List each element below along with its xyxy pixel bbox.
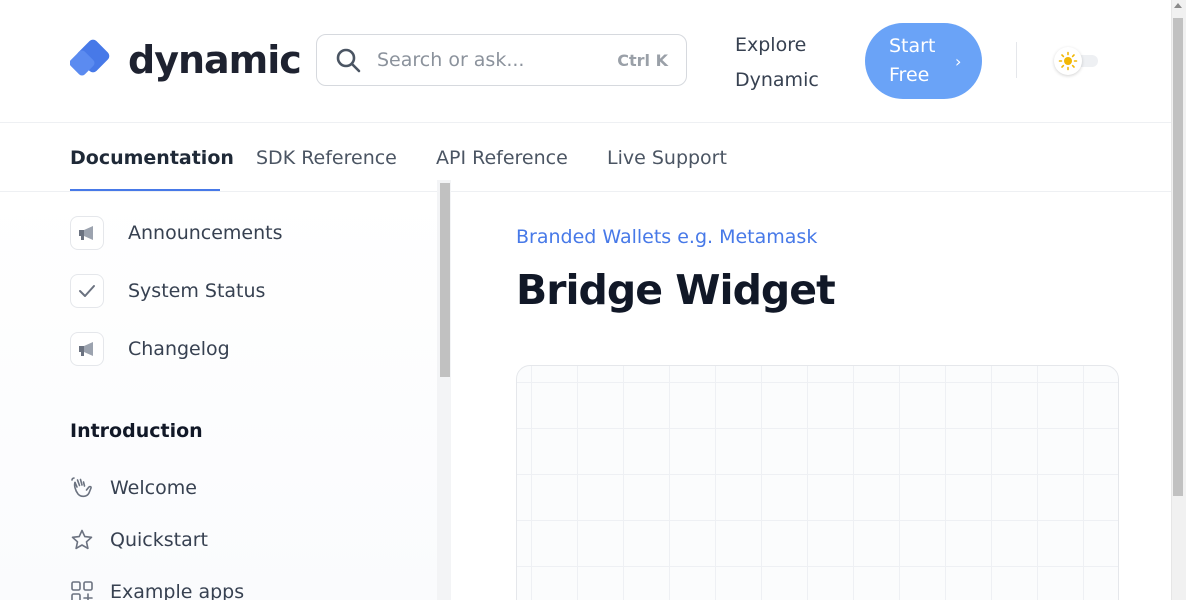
sidebar-item-label: Welcome <box>110 477 197 499</box>
start-line2: Free <box>889 64 930 86</box>
grid-plus-icon <box>70 580 94 600</box>
sidebar-item-label: Changelog <box>128 338 230 360</box>
logo[interactable]: dynamic <box>69 37 302 83</box>
sidebar-item-label: System Status <box>128 280 266 302</box>
star-icon <box>70 528 94 552</box>
chevron-right-icon: › <box>955 51 962 71</box>
dynamic-logo-icon <box>69 37 116 83</box>
search-input[interactable]: Search or ask... Ctrl K <box>316 34 687 86</box>
sidebar: Announcements System Status Changelog In… <box>0 192 437 600</box>
sidebar-item-quickstart[interactable]: Quickstart <box>70 526 208 554</box>
explore-line1: Explore <box>735 34 807 56</box>
scroll-up-arrow-icon[interactable] <box>1174 3 1182 8</box>
sidebar-item-label: Example apps <box>110 581 245 600</box>
search-placeholder: Search or ask... <box>377 49 525 71</box>
top-tabs: Documentation SDK Reference API Referenc… <box>0 123 1171 192</box>
megaphone-icon <box>70 216 104 250</box>
breadcrumb[interactable]: Branded Wallets e.g. Metamask <box>516 226 817 248</box>
explore-line2: Dynamic <box>735 69 819 91</box>
widget-preview <box>516 365 1119 600</box>
window-scroll-thumb[interactable] <box>1173 18 1183 496</box>
search-icon <box>335 47 361 73</box>
header-divider <box>1016 42 1017 78</box>
tab-documentation[interactable]: Documentation <box>70 147 234 169</box>
start-free-label: Start Free <box>889 32 949 90</box>
megaphone-icon <box>70 332 104 366</box>
sidebar-item-changelog[interactable]: Changelog <box>70 331 230 367</box>
tab-sdk-reference[interactable]: SDK Reference <box>256 147 397 169</box>
sidebar-item-label: Announcements <box>128 222 283 244</box>
top-header: dynamic Search or ask... Ctrl K Explore … <box>0 0 1171 123</box>
sun-icon <box>1054 47 1082 75</box>
logo-text: dynamic <box>128 38 302 82</box>
search-shortcut: Ctrl K <box>617 50 668 70</box>
sidebar-section-title: Introduction <box>70 420 203 442</box>
explore-dynamic-link[interactable]: Explore Dynamic <box>735 28 845 98</box>
theme-toggle[interactable] <box>1054 47 1100 75</box>
check-icon <box>70 274 104 308</box>
docs-page: dynamic Search or ask... Ctrl K Explore … <box>0 0 1171 600</box>
waving-hand-icon <box>70 476 94 500</box>
sidebar-item-example-apps[interactable]: Example apps <box>70 578 244 600</box>
start-line1: Start <box>889 35 936 57</box>
tab-api-reference[interactable]: API Reference <box>436 147 568 169</box>
sidebar-scroll-thumb[interactable] <box>440 183 450 377</box>
sidebar-item-system-status[interactable]: System Status <box>70 273 265 309</box>
page-title: Bridge Widget <box>516 266 836 314</box>
tab-live-support[interactable]: Live Support <box>607 147 727 169</box>
sidebar-item-announcements[interactable]: Announcements <box>70 215 283 251</box>
start-free-button[interactable]: Start Free › <box>865 23 982 99</box>
active-tab-indicator <box>70 189 220 191</box>
sidebar-item-label: Quickstart <box>110 529 208 551</box>
sidebar-item-welcome[interactable]: Welcome <box>70 474 197 502</box>
